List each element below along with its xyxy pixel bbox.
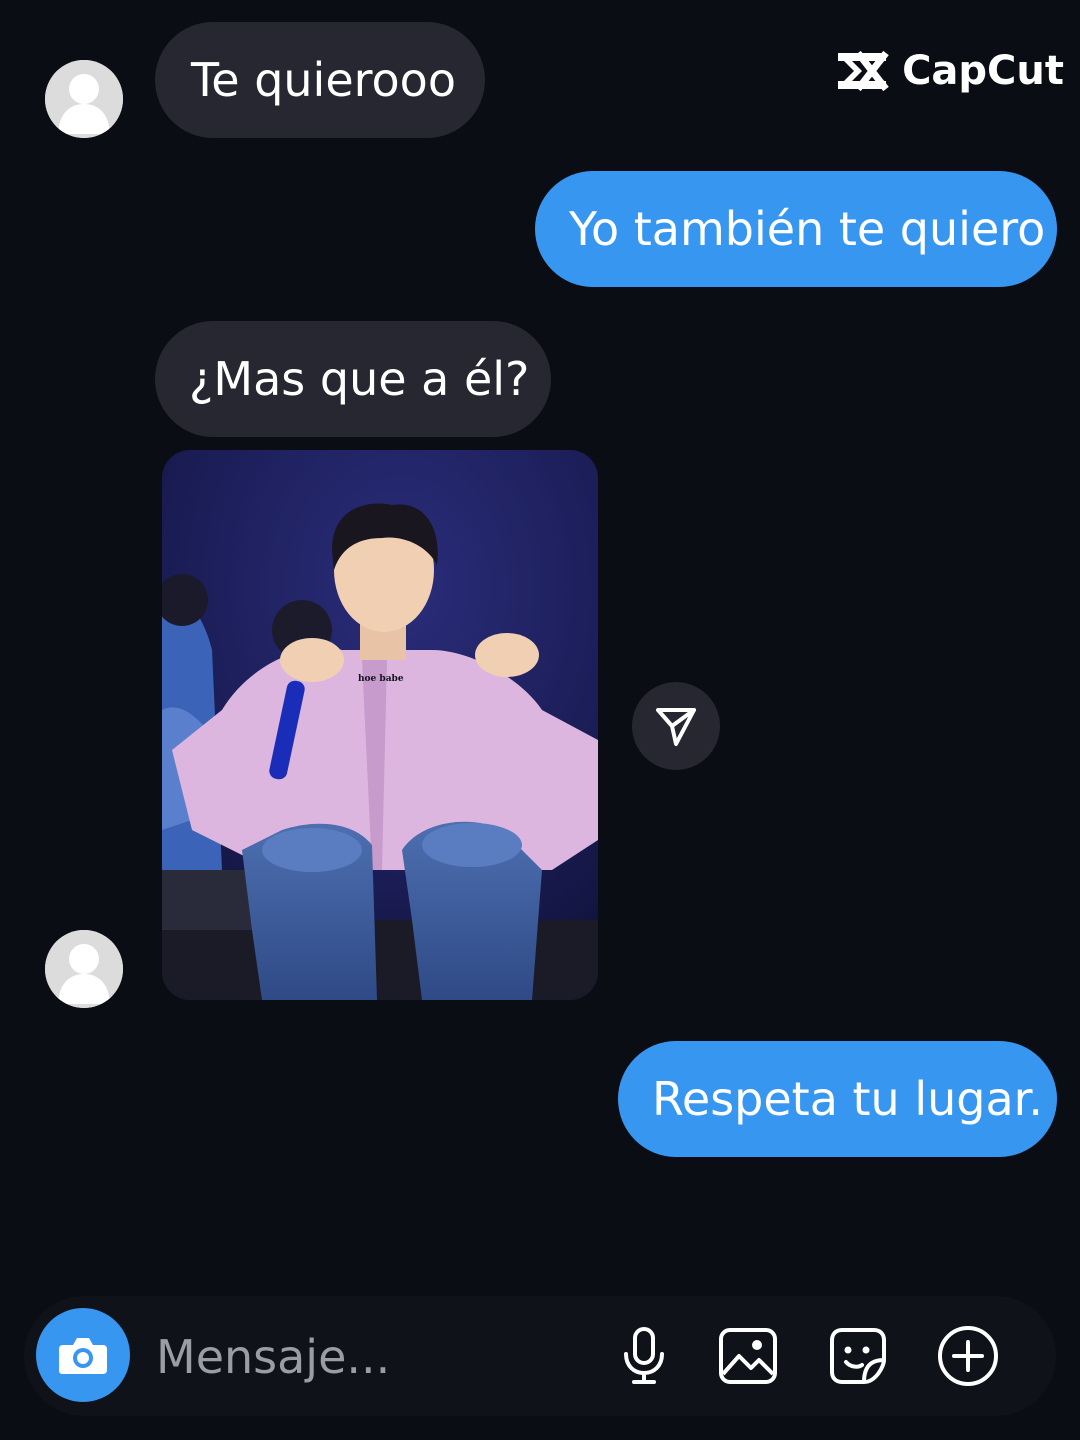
default-avatar-icon xyxy=(45,930,123,1008)
default-avatar-icon xyxy=(45,60,123,138)
share-button[interactable] xyxy=(632,682,720,770)
plus-icon xyxy=(938,1326,998,1386)
gallery-icon xyxy=(719,1328,777,1384)
message-composer xyxy=(24,1296,1056,1416)
chat-screen: CapCut Te quierooo Yo también te quiero … xyxy=(0,0,1080,1440)
voice-message-button[interactable] xyxy=(608,1320,680,1392)
photo-caption: hoe babe xyxy=(358,674,404,684)
message-bubble-incoming[interactable]: ¿Mas que a él? xyxy=(155,321,551,437)
message-text: Respeta tu lugar. xyxy=(652,1072,1043,1126)
capcut-logo-icon xyxy=(838,50,889,92)
gallery-button[interactable] xyxy=(712,1320,784,1392)
send-icon xyxy=(656,708,696,746)
message-bubble-incoming[interactable]: Te quierooo xyxy=(155,22,485,138)
concert-photo-image xyxy=(162,450,598,1000)
message-bubble-outgoing[interactable]: Respeta tu lugar. xyxy=(618,1041,1057,1157)
shared-photo[interactable]: hoe babe xyxy=(162,450,598,1000)
more-options-button[interactable] xyxy=(932,1320,1004,1392)
message-input[interactable] xyxy=(154,1314,598,1400)
sticker-icon xyxy=(830,1328,886,1384)
sticker-button[interactable] xyxy=(822,1320,894,1392)
capcut-watermark: CapCut xyxy=(834,48,1064,94)
microphone-icon xyxy=(624,1327,664,1384)
contact-avatar[interactable] xyxy=(45,60,123,138)
camera-icon xyxy=(59,1338,107,1374)
watermark-text: CapCut xyxy=(902,48,1064,94)
message-text: ¿Mas que a él? xyxy=(189,352,530,406)
message-text: Te quierooo xyxy=(191,53,456,107)
message-bubble-outgoing[interactable]: Yo también te quiero xyxy=(535,171,1057,287)
camera-button[interactable] xyxy=(36,1308,130,1402)
message-text: Yo también te quiero xyxy=(569,202,1046,256)
contact-avatar[interactable] xyxy=(45,930,123,1008)
